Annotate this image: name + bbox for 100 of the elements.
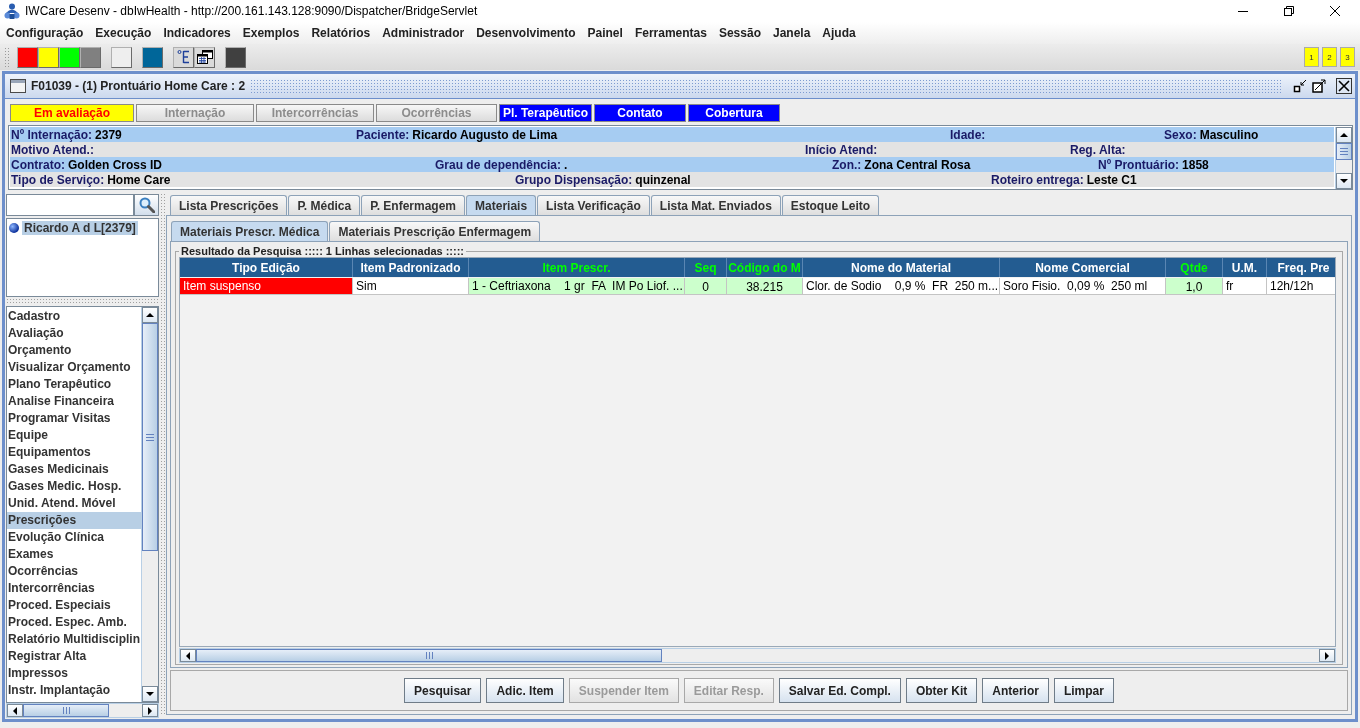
tab[interactable]: Materiais Prescr. Médica — [171, 221, 329, 241]
scroll-left-button[interactable] — [7, 704, 23, 717]
tree-item[interactable]: Ricardo A d L[2379] — [22, 221, 138, 235]
menu-item[interactable]: Ajuda — [816, 26, 862, 40]
menu-item[interactable]: Administrador — [376, 26, 471, 40]
column-header[interactable]: Freq. Pre — [1267, 258, 1335, 277]
scroll-down-button[interactable] — [142, 686, 158, 702]
toolbar-button[interactable] — [173, 46, 194, 68]
menu-item[interactable]: Sessão — [712, 26, 767, 40]
column-header[interactable]: Nome Comercial — [1000, 258, 1166, 277]
action-button[interactable]: Salvar Ed. Compl. — [778, 678, 901, 703]
scroll-up-button[interactable] — [1336, 127, 1352, 143]
action-button[interactable]: Adic. Item — [486, 678, 564, 703]
column-header[interactable]: Tipo Edição — [180, 258, 353, 277]
tab[interactable]: Materiais Prescrição Enfermagem — [329, 221, 541, 241]
scroll-right-button[interactable] — [1319, 649, 1335, 662]
scrollbar-thumb[interactable] — [1336, 143, 1352, 160]
toolbar-button[interactable] — [194, 46, 215, 68]
menu-item[interactable]: Exemplos — [236, 26, 306, 40]
column-header[interactable]: Qtde — [1166, 258, 1223, 277]
nav-item[interactable]: Equipamentos — [7, 444, 141, 461]
nav-item[interactable]: Ocorrências — [7, 563, 141, 580]
color-swatch-button[interactable] — [38, 46, 59, 68]
tab[interactable]: Lista Mat. Enviados — [650, 195, 781, 215]
color-swatch-button[interactable] — [80, 46, 101, 68]
menu-item[interactable]: Execução — [89, 26, 158, 40]
color-swatch-button[interactable] — [225, 46, 246, 68]
tab[interactable]: P. Enfermagem — [361, 195, 466, 215]
shrink-icon[interactable] — [1293, 79, 1307, 93]
status-button[interactable]: Pl. Terapêutico — [499, 104, 592, 122]
nav-item[interactable]: Visualizar Orçamento — [7, 359, 141, 376]
menu-item[interactable]: Relatórios — [305, 26, 377, 40]
restore-icon[interactable] — [1284, 6, 1294, 16]
scrollbar-thumb[interactable] — [23, 704, 109, 717]
nav-item[interactable]: Plano Terapêutico — [7, 376, 141, 393]
nav-item[interactable]: Proced. Espec. Amb. — [7, 614, 141, 631]
menu-item[interactable]: Configuração — [0, 26, 90, 40]
scroll-left-button[interactable] — [180, 649, 196, 662]
status-button[interactable]: Em avaliação — [10, 104, 134, 122]
color-swatch-button[interactable] — [142, 46, 163, 68]
nav-item[interactable]: Evolução Clínica — [7, 529, 141, 546]
vertical-scrollbar[interactable] — [141, 307, 158, 702]
close-icon[interactable] — [1336, 78, 1352, 94]
menu-item[interactable]: Ferramentas — [628, 26, 713, 40]
quick-button[interactable]: 2 — [1322, 47, 1337, 67]
menu-item[interactable]: Desenvolvimento — [470, 26, 582, 40]
minimize-icon[interactable] — [1238, 10, 1248, 12]
nav-item[interactable]: Analise Financeira — [7, 393, 141, 410]
tab[interactable]: Lista Prescrições — [170, 195, 288, 215]
nav-item[interactable]: Orçamento — [7, 342, 141, 359]
menu-item[interactable]: Painel — [581, 26, 629, 40]
quick-button[interactable]: 3 — [1340, 47, 1355, 67]
tab[interactable]: Lista Verificação — [537, 195, 650, 215]
color-swatch-button[interactable] — [59, 46, 80, 68]
horizontal-scrollbar[interactable] — [6, 703, 159, 718]
nav-item[interactable]: Gases Medic. Hosp. — [7, 478, 141, 495]
tab[interactable]: Estoque Leito — [781, 195, 880, 215]
status-button[interactable]: Cobertura — [688, 104, 780, 122]
action-button[interactable]: Pesquisar — [404, 678, 482, 703]
column-header[interactable]: Código do M — [727, 258, 803, 277]
column-header[interactable]: Item Prescr. — [469, 258, 685, 277]
splitter-handle[interactable] — [6, 298, 159, 305]
close-icon[interactable] — [1330, 6, 1340, 16]
nav-item[interactable]: Programar Visitas — [7, 410, 141, 427]
scroll-down-button[interactable] — [1336, 173, 1352, 189]
menu-item[interactable]: Indicadores — [157, 26, 237, 40]
tab[interactable]: Materiais — [466, 195, 537, 215]
nav-item[interactable]: Equipe — [7, 427, 141, 444]
action-button[interactable]: Obter Kit — [905, 678, 978, 703]
nav-item[interactable]: Instr. Implantação — [7, 682, 141, 699]
nav-item[interactable]: Registrar Alta — [7, 648, 141, 665]
tab[interactable]: P. Médica — [288, 195, 361, 215]
quick-button[interactable]: 1 — [1304, 47, 1319, 67]
nav-item[interactable]: Impressos — [7, 665, 141, 682]
column-header[interactable]: U.M. — [1223, 258, 1267, 277]
vertical-scrollbar[interactable] — [1335, 127, 1352, 189]
nav-item[interactable]: Unid. Atend. Móvel — [7, 495, 141, 512]
horizontal-scrollbar[interactable] — [179, 648, 1336, 663]
column-header[interactable]: Item Padronizado — [353, 258, 469, 277]
nav-item[interactable]: Prescrições — [7, 512, 141, 529]
action-button[interactable]: Limpar — [1053, 678, 1114, 703]
search-button[interactable] — [134, 194, 159, 216]
nav-item[interactable]: Proced. Especiais — [7, 597, 141, 614]
scrollbar-thumb[interactable] — [196, 649, 662, 662]
splitter-handle[interactable] — [160, 193, 165, 715]
expand-icon[interactable] — [1312, 79, 1326, 93]
column-header[interactable]: Seq — [685, 258, 727, 277]
color-swatch-button[interactable] — [17, 46, 38, 68]
color-swatch-button[interactable] — [111, 46, 132, 68]
nav-item[interactable]: Gases Medicinais — [7, 461, 141, 478]
column-header[interactable]: Nome do Material — [803, 258, 1000, 277]
search-field[interactable] — [6, 194, 134, 216]
nav-item[interactable]: Exames — [7, 546, 141, 563]
nav-item[interactable]: Intercorrências — [7, 580, 141, 597]
scrollbar-thumb[interactable] — [142, 323, 158, 551]
action-button[interactable]: Anterior — [982, 678, 1049, 703]
menu-item[interactable]: Janela — [766, 26, 817, 40]
nav-item[interactable]: Cadastro — [7, 308, 141, 325]
nav-item[interactable]: Avaliação — [7, 325, 141, 342]
nav-item[interactable]: Relatório Multidisciplin — [7, 631, 141, 648]
